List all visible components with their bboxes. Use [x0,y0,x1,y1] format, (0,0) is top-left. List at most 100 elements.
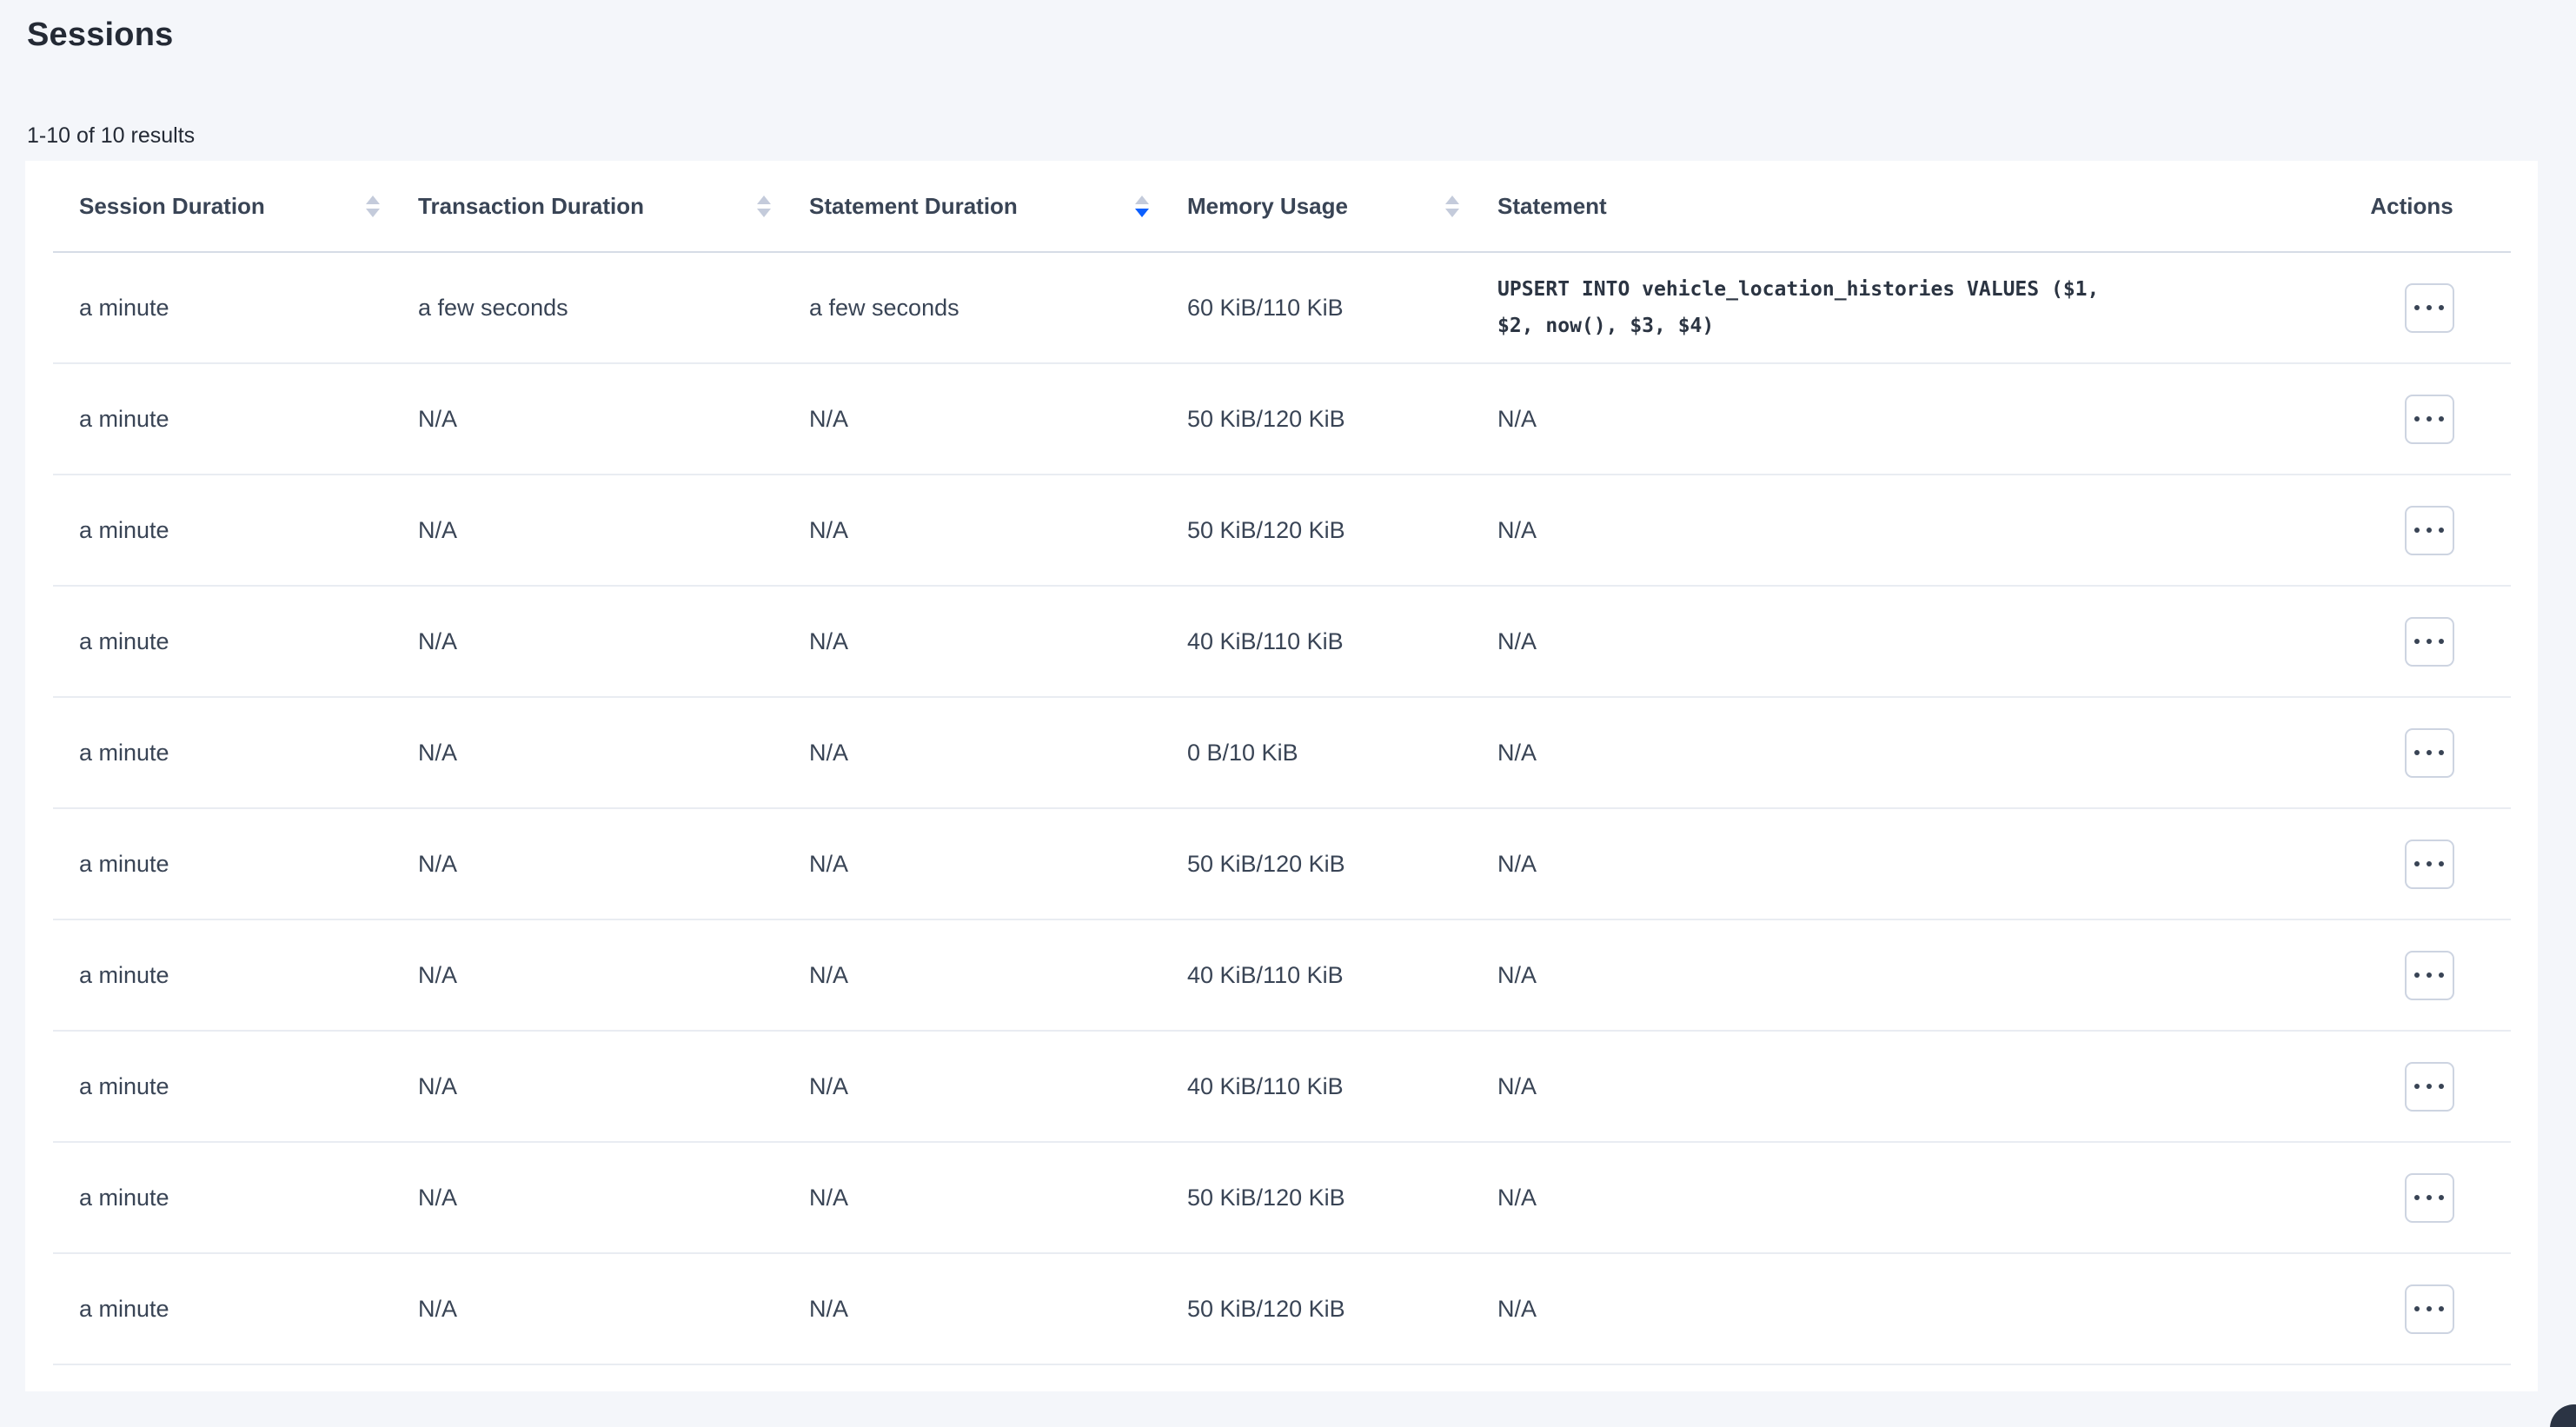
row-actions-button[interactable] [2405,840,2454,889]
statement-duration-cell: N/A [783,919,1161,1031]
row-actions-button[interactable] [2405,283,2454,333]
column-label: Memory Usage [1187,193,1348,220]
table-row: a minute N/A N/A 40 KiB/110 KiB N/A [53,1031,2511,1142]
session-duration-cell: a minute [53,919,392,1031]
memory-usage-cell: 50 KiB/120 KiB [1161,475,1471,586]
sort-asc-arrow [1445,196,1459,204]
ellipsis-icon [2439,1195,2444,1200]
actions-cell [2347,252,2511,363]
ellipsis-icon [2427,861,2432,866]
statement-cell: N/A [1471,919,2347,1031]
ellipsis-icon [2414,305,2420,310]
row-actions-button[interactable] [2405,1062,2454,1112]
session-duration-cell: a minute [53,808,392,919]
statement-duration-cell: N/A [783,808,1161,919]
ellipsis-icon [2414,1084,2420,1089]
transaction-duration-cell: N/A [392,697,783,808]
sessions-table-card: Session Duration Transaction Duration [25,161,2538,1391]
transaction-duration-cell: a few seconds [392,252,783,363]
memory-usage-cell: 50 KiB/120 KiB [1161,1253,1471,1364]
ellipsis-icon [2427,639,2432,644]
ellipsis-icon [2439,528,2444,533]
statement-sql-line: UPSERT INTO vehicle_location_histories V… [1497,271,2347,308]
ellipsis-icon [2427,1084,2432,1089]
ellipsis-icon [2427,750,2432,755]
column-header-statement-duration[interactable]: Statement Duration [783,161,1161,252]
session-duration-cell: a minute [53,475,392,586]
ellipsis-icon [2414,972,2420,978]
column-label: Actions [2370,193,2453,220]
transaction-duration-cell: N/A [392,808,783,919]
statement-duration-cell: N/A [783,1142,1161,1253]
statement-duration-cell: a few seconds [783,252,1161,363]
sort-asc-arrow [757,196,771,204]
memory-usage-cell: 0 B/10 KiB [1161,697,1471,808]
ellipsis-icon [2427,1195,2432,1200]
column-label: Transaction Duration [418,193,644,220]
ellipsis-icon [2439,1306,2444,1311]
actions-cell [2347,363,2511,475]
ellipsis-icon [2427,305,2432,310]
table-row: a minute N/A N/A 50 KiB/120 KiB N/A [53,808,2511,919]
sort-asc-arrow [366,196,380,204]
sessions-table: Session Duration Transaction Duration [53,161,2511,1365]
row-actions-button[interactable] [2405,506,2454,555]
statement-cell: N/A [1471,363,2347,475]
memory-usage-cell: 50 KiB/120 KiB [1161,1142,1471,1253]
row-actions-button[interactable] [2405,1284,2454,1334]
statement-cell: N/A [1471,1253,2347,1364]
transaction-duration-cell: N/A [392,363,783,475]
ellipsis-icon [2427,972,2432,978]
table-row: a minute N/A N/A 40 KiB/110 KiB N/A [53,919,2511,1031]
sort-icon[interactable] [1445,196,1459,217]
table-row: a minute a few seconds a few seconds 60 … [53,252,2511,363]
statement-cell: N/A [1471,808,2347,919]
actions-cell [2347,586,2511,697]
row-actions-button[interactable] [2405,1173,2454,1223]
column-header-session-duration[interactable]: Session Duration [53,161,392,252]
column-header-transaction-duration[interactable]: Transaction Duration [392,161,783,252]
ellipsis-icon [2439,1084,2444,1089]
table-header: Session Duration Transaction Duration [53,161,2511,252]
actions-cell [2347,1142,2511,1253]
statement-cell: N/A [1471,475,2347,586]
row-actions-button[interactable] [2405,728,2454,778]
statement-cell: N/A [1471,1031,2347,1142]
table-row: a minute N/A N/A 50 KiB/120 KiB N/A [53,1142,2511,1253]
statement-duration-cell: N/A [783,363,1161,475]
column-header-actions: Actions [2347,161,2511,252]
ellipsis-icon [2414,1195,2420,1200]
results-count: 1-10 of 10 results [27,122,195,149]
statement-cell: N/A [1471,697,2347,808]
ellipsis-icon [2414,416,2420,421]
corner-widget[interactable] [2550,1404,2576,1427]
column-label: Session Duration [79,193,265,220]
transaction-duration-cell: N/A [392,1253,783,1364]
ellipsis-icon [2414,861,2420,866]
ellipsis-icon [2414,528,2420,533]
statement-sql-line: $2, now(), $3, $4) [1497,308,2347,344]
actions-cell [2347,1031,2511,1142]
row-actions-button[interactable] [2405,395,2454,444]
statement-duration-cell: N/A [783,1253,1161,1364]
statement-cell: UPSERT INTO vehicle_location_histories V… [1471,252,2347,363]
sort-icon[interactable] [1135,196,1149,217]
sort-icon[interactable] [366,196,380,217]
transaction-duration-cell: N/A [392,1142,783,1253]
column-label: Statement [1497,193,1607,220]
actions-cell [2347,919,2511,1031]
statement-duration-cell: N/A [783,697,1161,808]
row-actions-button[interactable] [2405,617,2454,667]
sort-desc-arrow [366,209,380,217]
row-actions-button[interactable] [2405,951,2454,1000]
transaction-duration-cell: N/A [392,919,783,1031]
transaction-duration-cell: N/A [392,586,783,697]
ellipsis-icon [2439,416,2444,421]
column-header-memory-usage[interactable]: Memory Usage [1161,161,1471,252]
sort-icon[interactable] [757,196,771,217]
actions-cell [2347,808,2511,919]
page-title: Sessions [27,14,173,56]
statement-duration-cell: N/A [783,1031,1161,1142]
statement-duration-cell: N/A [783,586,1161,697]
statement-cell: N/A [1471,586,2347,697]
